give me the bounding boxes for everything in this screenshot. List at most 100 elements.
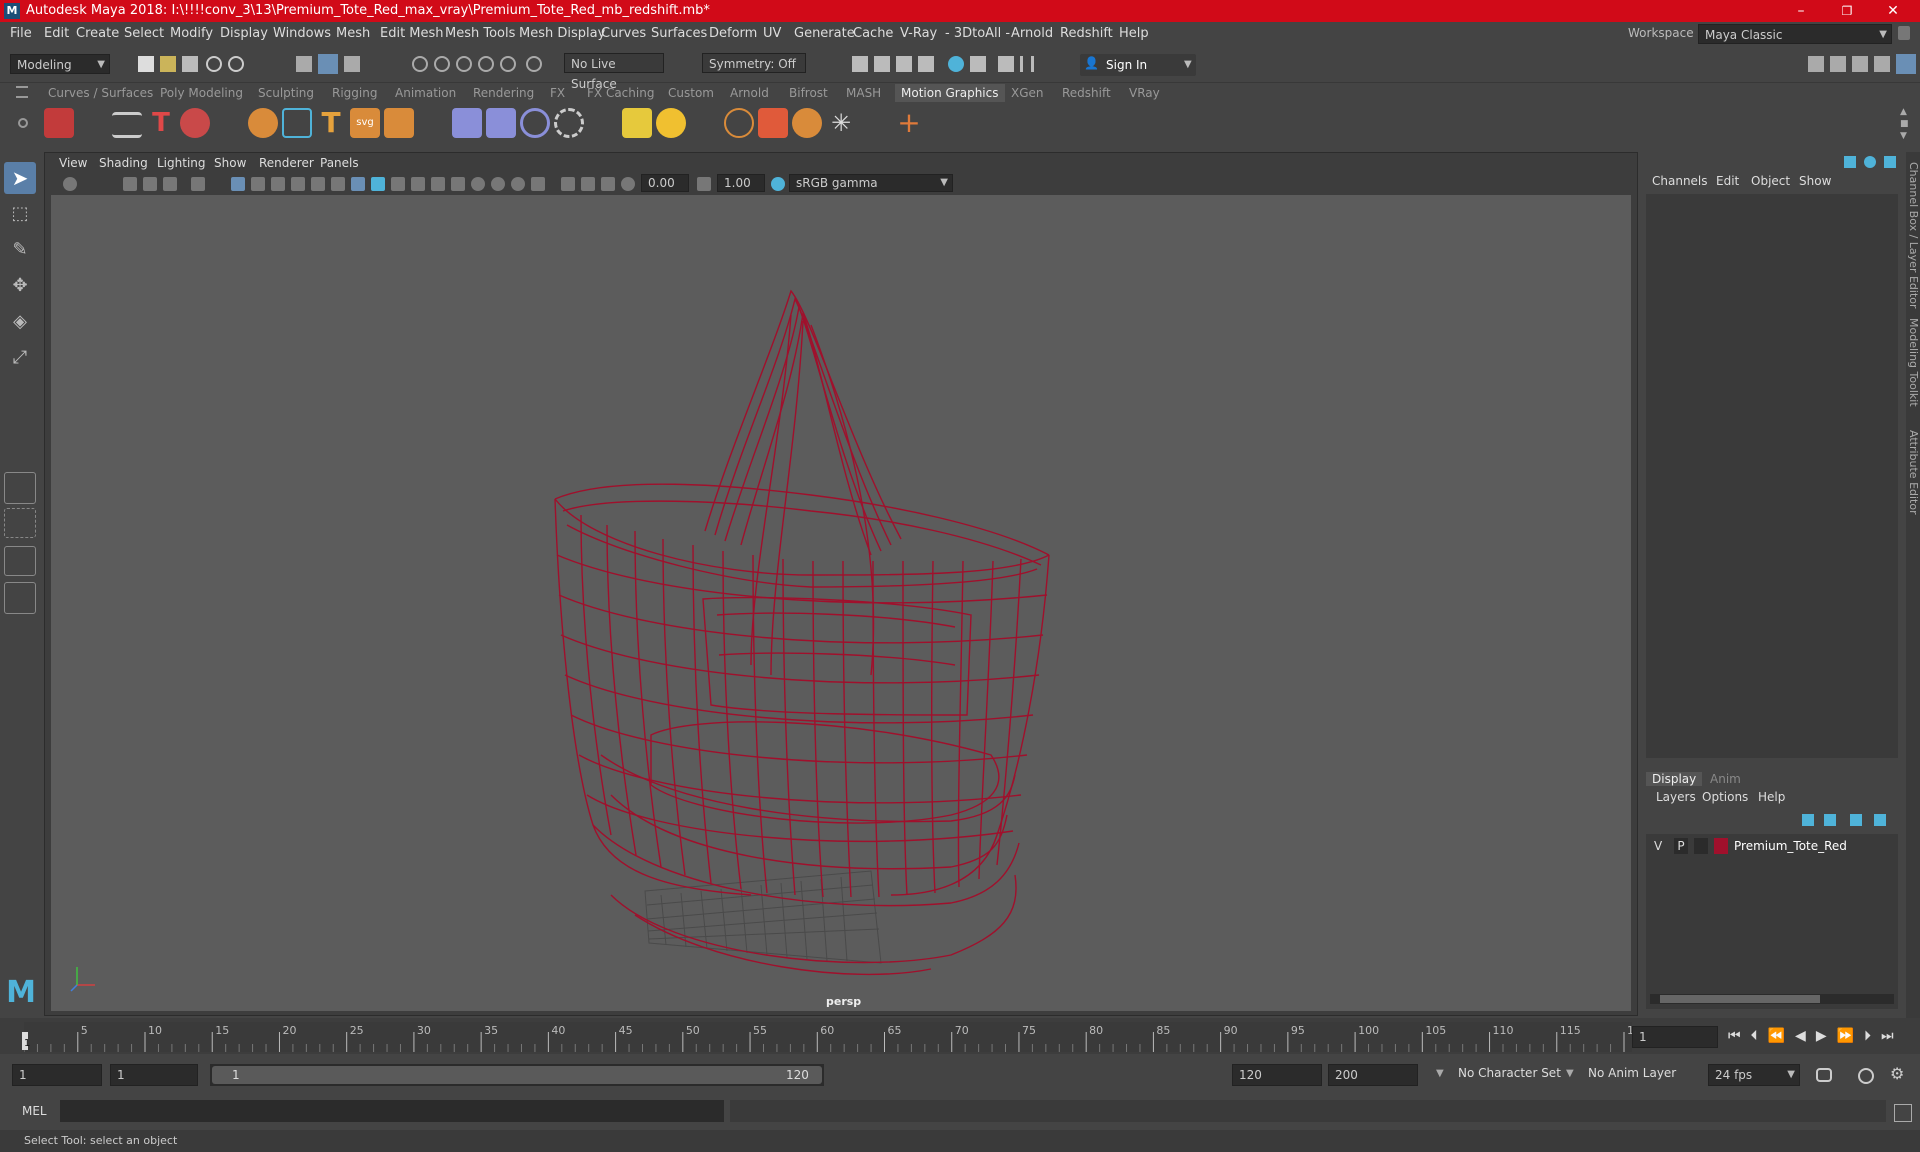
gear-icon[interactable] — [724, 108, 754, 138]
script-editor-icon[interactable] — [1894, 1104, 1912, 1122]
snap-curve-icon[interactable] — [434, 56, 450, 72]
workspace-dropdown[interactable]: Maya Classic ▼ — [1698, 24, 1892, 44]
layer-menu-layers[interactable]: Layers — [1656, 790, 1696, 804]
layer-scrollbar-thumb[interactable] — [1660, 995, 1820, 1003]
shelf-tab-animation[interactable]: Animation — [395, 84, 456, 102]
arrow-up-icon[interactable] — [758, 108, 788, 138]
vray-render-icon[interactable] — [948, 56, 964, 72]
sphere-icon[interactable] — [248, 108, 278, 138]
channel-menu-channels[interactable]: Channels — [1652, 174, 1708, 188]
menu-help[interactable]: Help — [1119, 26, 1149, 41]
restore-button[interactable]: ❐ — [1824, 0, 1870, 22]
shelf-tab-xgen[interactable]: XGen — [1011, 84, 1044, 102]
shelf-settings-icon[interactable] — [18, 118, 28, 128]
menu-vray[interactable]: V-Ray — [900, 26, 937, 41]
attribute-icon[interactable] — [1864, 156, 1876, 168]
grease-pencil-icon[interactable] — [191, 177, 205, 191]
menu-edit-mesh[interactable]: Edit Mesh — [380, 26, 444, 41]
camera-attributes-icon[interactable] — [63, 177, 77, 191]
two-d-pan-icon[interactable] — [163, 177, 177, 191]
lasso-tool-icon[interactable]: ⬚ — [4, 198, 36, 230]
menu-arnold[interactable]: Arnold — [1011, 26, 1053, 41]
select-hierarchy-icon[interactable] — [296, 56, 312, 72]
shelf-tab-rigging[interactable]: Rigging — [332, 84, 377, 102]
3d-viewport[interactable]: persp — [51, 195, 1631, 1011]
pause-icon[interactable] — [1020, 56, 1034, 72]
shelf-tab-arnold[interactable]: Arnold — [730, 84, 769, 102]
render-frame-icon[interactable] — [852, 56, 868, 72]
menu-edit[interactable]: Edit — [44, 26, 69, 41]
layer-playback-toggle[interactable]: P — [1674, 838, 1688, 854]
side-tab-channel-box[interactable]: Channel Box / Layer Editor — [1907, 162, 1920, 309]
time-ruler[interactable]: 5 10 15 20 25 30 35 40 45 50 55 60 65 70 75 80 85 90 95 100… — [22, 1022, 1632, 1052]
lock-icon[interactable] — [1898, 26, 1910, 40]
color-management-icon[interactable] — [771, 177, 785, 191]
save-scene-icon[interactable] — [182, 56, 198, 72]
menu-generate[interactable]: Generate — [794, 26, 855, 41]
wireframe-on-shaded-icon[interactable] — [411, 177, 425, 191]
four-view-layout-icon[interactable] — [4, 508, 36, 538]
magnet-icon[interactable] — [452, 108, 482, 138]
depth-of-field-icon[interactable] — [581, 177, 595, 191]
channel-menu-show[interactable]: Show — [1799, 174, 1831, 188]
character-controls-icon[interactable] — [1830, 56, 1846, 72]
sign-in-button[interactable]: 👤 Sign In ▼ — [1080, 54, 1196, 76]
menu-modify[interactable]: Modify — [170, 26, 213, 41]
chevron-down-icon[interactable]: ▼ — [1566, 1068, 1574, 1079]
attribute-editor-icon[interactable] — [1852, 56, 1868, 72]
move-layer-down-icon[interactable] — [1824, 814, 1836, 826]
svg-icon[interactable]: svg — [350, 108, 380, 138]
menu-select[interactable]: Select — [124, 26, 164, 41]
shelf-tab-fx-caching[interactable]: FX Caching — [587, 84, 654, 102]
brush-icon[interactable] — [486, 108, 516, 138]
panel-menu-renderer[interactable]: Renderer — [259, 156, 314, 170]
motion-blur-icon[interactable] — [531, 177, 545, 191]
go-to-start-icon[interactable]: ⏮ — [1728, 1028, 1751, 1044]
menu-display[interactable]: Display — [220, 26, 268, 41]
shelf-tab-bifrost[interactable]: Bifrost — [789, 84, 828, 102]
playback-end-field[interactable]: 120 — [1232, 1064, 1322, 1086]
shelf-tab-redshift[interactable]: Redshift — [1062, 84, 1111, 102]
step-back-key-icon[interactable]: ⏪ — [1768, 1028, 1795, 1044]
mash-network-icon[interactable] — [44, 108, 74, 138]
exposure-icon[interactable] — [621, 177, 635, 191]
shelf-tab-custom[interactable]: Custom — [668, 84, 714, 102]
channel-box-icon[interactable] — [1844, 156, 1856, 168]
layer-visibility-toggle[interactable]: V — [1654, 839, 1662, 853]
smooth-shading-icon[interactable] — [371, 177, 385, 191]
select-object-icon[interactable] — [318, 54, 338, 74]
use-default-material-icon[interactable] — [391, 177, 405, 191]
image-plane-icon[interactable] — [143, 177, 157, 191]
layer-row[interactable]: V P Premium_Tote_Red — [1646, 836, 1898, 856]
curve-icon[interactable] — [282, 108, 312, 138]
layer-menu-options[interactable]: Options — [1702, 790, 1748, 804]
menu-mesh-tools[interactable]: Mesh Tools — [445, 26, 515, 41]
shelf-tab-motion-graphics[interactable]: Motion Graphics — [895, 84, 1005, 102]
tool-settings-small-icon[interactable] — [1884, 156, 1896, 168]
move-tool-icon[interactable]: ✥ — [4, 270, 36, 302]
ipr-render-icon[interactable] — [874, 56, 890, 72]
paint-select-icon[interactable]: ✎ — [4, 234, 36, 266]
gamma-icon[interactable] — [697, 177, 711, 191]
menu-create[interactable]: Create — [76, 26, 119, 41]
list-icon[interactable] — [112, 112, 142, 138]
menu-windows[interactable]: Windows — [273, 26, 331, 41]
shelf-tab-mash[interactable]: MASH — [846, 84, 881, 102]
menu-surfaces[interactable]: Surfaces — [651, 26, 707, 41]
lights-icon[interactable] — [471, 177, 485, 191]
close-button[interactable]: ✕ — [1870, 0, 1916, 22]
snap-view-plane-icon[interactable] — [478, 56, 494, 72]
step-forward-key-icon[interactable]: ⏩ — [1837, 1028, 1864, 1044]
step-back-icon[interactable]: ⏴ — [1751, 1028, 1768, 1044]
fps-dropdown[interactable]: 24 fps ▼ — [1708, 1064, 1800, 1086]
channel-box-body[interactable] — [1646, 194, 1898, 758]
move-layer-up-icon[interactable] — [1802, 814, 1814, 826]
shelf-tab-poly-modeling[interactable]: Poly Modeling — [160, 84, 243, 102]
current-frame-field[interactable]: 1 — [1632, 1026, 1718, 1048]
menu-curves[interactable]: Curves — [601, 26, 646, 41]
refresh-icon[interactable] — [554, 108, 584, 138]
panel-menu-lighting[interactable]: Lighting — [157, 156, 206, 170]
play-backwards-icon[interactable]: ◀ — [1795, 1028, 1816, 1044]
minimize-button[interactable]: – — [1778, 0, 1824, 22]
menu-mesh[interactable]: Mesh — [336, 26, 370, 41]
